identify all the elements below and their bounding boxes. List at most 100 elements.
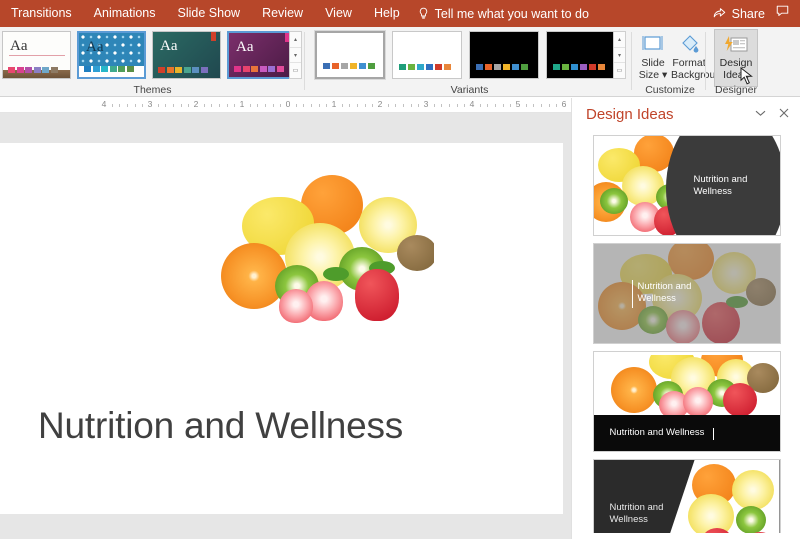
theme-thumbnail-3[interactable]: Aa xyxy=(152,31,221,79)
ruler-tick xyxy=(510,104,512,107)
chevron-down-icon[interactable] xyxy=(755,108,766,120)
themes-group: Aa Aa Aa Aa ▴ ▾ ▭ Themes xyxy=(0,27,305,97)
theme-2-aa-label: Aa xyxy=(86,39,104,55)
ruler-tick xyxy=(433,104,435,107)
variants-gallery xyxy=(314,30,616,80)
designer-group-label: Designer xyxy=(714,84,758,96)
design-idea-card-2[interactable]: Nutrition and Wellness xyxy=(592,243,781,344)
design-ideas-panel: Design Ideas Nutrition and Wellness Nutr… xyxy=(571,98,800,539)
close-icon[interactable] xyxy=(779,108,789,121)
design-ideas-panel-actions xyxy=(755,108,800,121)
ruler-tick xyxy=(157,104,159,107)
ruler-tick xyxy=(418,104,420,107)
customize-group-separator xyxy=(705,32,706,90)
ruler-tick xyxy=(548,104,550,107)
ruler-number: 4 xyxy=(469,99,475,109)
ruler-tick xyxy=(234,104,236,107)
theme-1-swatches xyxy=(8,67,58,73)
design-ideas-card-list[interactable]: Nutrition and Wellness Nutrition and Wel… xyxy=(572,130,800,539)
design-idea-card-4[interactable]: Nutrition and Wellness xyxy=(592,459,781,539)
horizontal-ruler[interactable]: 4 3 2 1 0 1 2 3 4 5 6 xyxy=(0,98,571,113)
ruler-tick xyxy=(533,104,535,107)
variant-thumbnail-3[interactable] xyxy=(469,31,539,79)
variant-2-swatches xyxy=(399,64,451,70)
slide-size-button[interactable]: Slide Size ▾ xyxy=(636,30,670,81)
ruler-tick xyxy=(441,104,443,107)
theme-1-accent-line xyxy=(9,55,65,56)
theme-thumbnail-2[interactable]: Aa xyxy=(77,31,146,79)
ruler-tick xyxy=(403,104,404,107)
ruler-tick xyxy=(456,104,458,107)
ribbon-body: Aa Aa Aa Aa ▴ ▾ ▭ Themes ▴ ▾ ▭ Variants … xyxy=(0,27,800,97)
themes-scroll-down-icon[interactable]: ▾ xyxy=(290,48,301,64)
tell-me-box[interactable]: Tell me what you want to do xyxy=(417,7,589,21)
share-button[interactable]: Share xyxy=(712,5,765,22)
theme-3-swatches xyxy=(158,67,208,73)
themes-more-icon[interactable]: ▭ xyxy=(290,63,301,78)
share-icon xyxy=(712,5,727,22)
theme-thumbnail-1[interactable]: Aa xyxy=(2,31,71,79)
ruler-number: 2 xyxy=(377,99,383,109)
ribbon-tab-bar: Transitions Animations Slide Show Review… xyxy=(0,0,800,27)
tab-slide-show[interactable]: Slide Show xyxy=(167,0,252,27)
tab-review[interactable]: Review xyxy=(251,0,314,27)
ruler-tick xyxy=(357,104,358,107)
ruler-tick xyxy=(410,104,412,107)
design-idea-card-3[interactable]: Nutrition and Wellness xyxy=(592,351,781,452)
themes-scroll-buttons[interactable]: ▴ ▾ ▭ xyxy=(289,31,302,79)
themes-scroll-up-icon[interactable]: ▴ xyxy=(290,32,301,48)
design-idea-card-1[interactable]: Nutrition and Wellness xyxy=(592,135,781,236)
theme-thumbnail-4[interactable]: Aa xyxy=(227,31,296,79)
tab-view[interactable]: View xyxy=(314,0,363,27)
ruler-number: 5 xyxy=(515,99,521,109)
slide-title[interactable]: Nutrition and Wellness xyxy=(38,405,518,447)
ruler-tick xyxy=(142,104,144,107)
theme-3-aa-label: Aa xyxy=(160,38,178,54)
design-idea-2-accent-bar xyxy=(631,280,633,308)
ruler-tick xyxy=(349,104,351,107)
ruler-number: 1 xyxy=(239,99,245,109)
ruler-number: 1 xyxy=(331,99,337,109)
comments-icon[interactable] xyxy=(775,4,790,23)
ruler-tick xyxy=(173,104,174,107)
ruler-number: 2 xyxy=(193,99,199,109)
variant-thumbnail-2[interactable] xyxy=(392,31,462,79)
ruler-tick xyxy=(303,104,305,107)
fruit-photo[interactable] xyxy=(219,165,434,330)
ruler-tick xyxy=(203,104,205,107)
ruler-tick xyxy=(211,104,213,107)
variants-more-icon[interactable]: ▭ xyxy=(614,63,625,78)
ruler-tick xyxy=(479,104,481,107)
ribbon-right-actions: Share xyxy=(712,4,800,23)
variants-scroll-buttons[interactable]: ▴ ▾ ▭ xyxy=(613,31,626,79)
variants-scroll-up-icon[interactable]: ▴ xyxy=(614,32,625,48)
slide-canvas[interactable]: Nutrition and Wellness xyxy=(0,143,563,514)
ruler-tick xyxy=(449,104,450,107)
lightbulb-icon xyxy=(417,7,430,20)
tab-help[interactable]: Help xyxy=(363,0,411,27)
ruler-tick xyxy=(119,104,121,107)
ruler-tick xyxy=(556,104,558,107)
design-idea-1-text: Nutrition and Wellness xyxy=(693,174,748,197)
variants-scroll-down-icon[interactable]: ▾ xyxy=(614,48,625,64)
ruler-number: 0 xyxy=(285,99,291,109)
ruler-tick xyxy=(257,104,259,107)
ruler-tick xyxy=(272,104,274,107)
slide-work-area: Nutrition and Wellness xyxy=(0,113,571,539)
ruler-tick xyxy=(372,104,374,107)
variant-thumbnail-4[interactable] xyxy=(546,31,616,79)
themes-group-separator xyxy=(304,32,305,90)
ruler-tick xyxy=(364,104,366,107)
ruler-tick xyxy=(226,104,228,107)
format-background-button[interactable]: Format Background xyxy=(671,30,728,81)
ruler-tick xyxy=(525,104,527,107)
variant-thumbnail-1[interactable] xyxy=(314,30,386,80)
ruler-tick xyxy=(180,104,182,107)
format-background-label: Format Background xyxy=(671,57,728,81)
ruler-number: 3 xyxy=(423,99,429,109)
tab-animations[interactable]: Animations xyxy=(83,0,167,27)
tab-transitions[interactable]: Transitions xyxy=(0,0,83,27)
themes-gallery: Aa Aa Aa Aa xyxy=(2,31,296,79)
ruler-number: 4 xyxy=(101,99,107,109)
ruler-tick xyxy=(134,104,136,107)
